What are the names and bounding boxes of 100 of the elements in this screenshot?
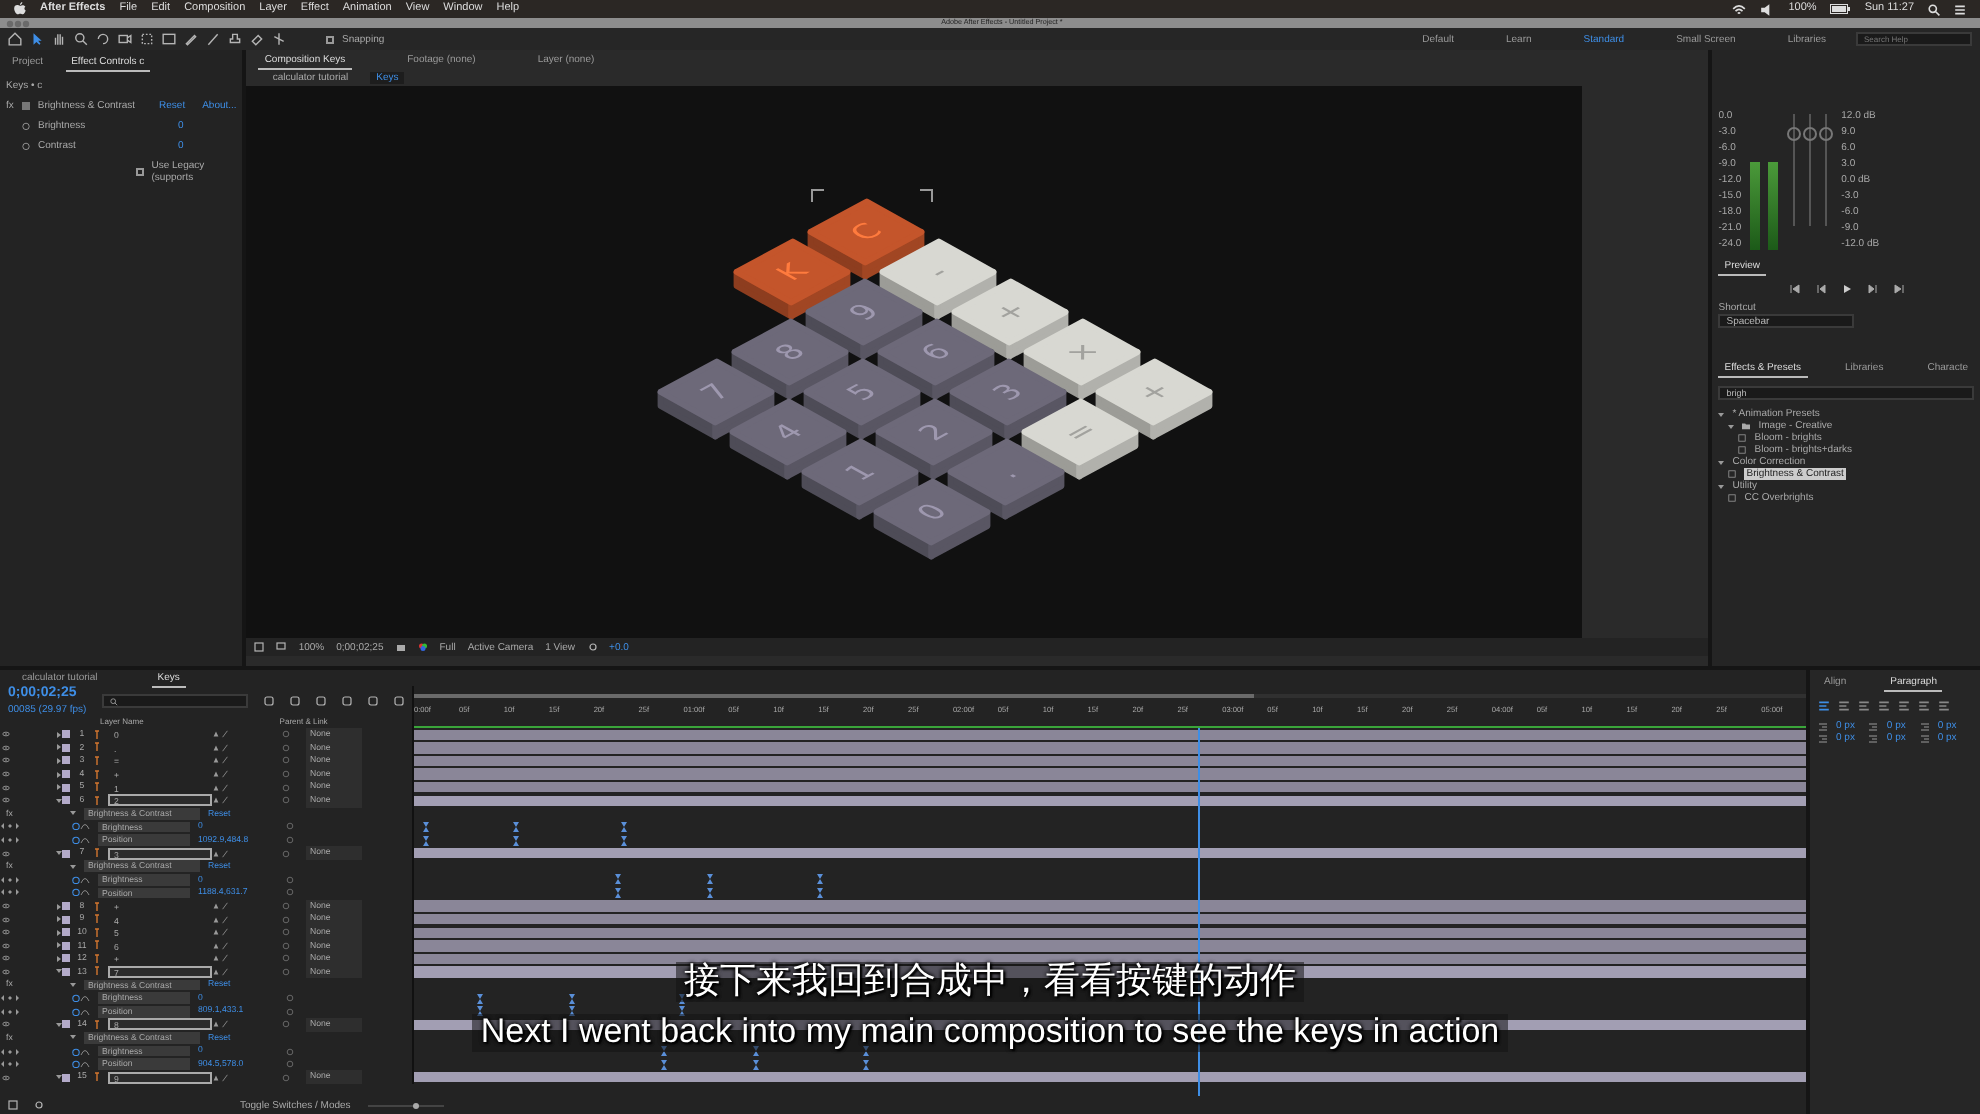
- label-color-swatch[interactable]: [62, 967, 70, 976]
- collapsed-caret-icon[interactable]: [56, 903, 62, 910]
- paragraph-align-icon[interactable]: [1918, 700, 1930, 712]
- label-color-swatch[interactable]: [62, 941, 70, 950]
- keyframe-navigator-icon[interactable]: [0, 836, 20, 845]
- layer-search-field[interactable]: [102, 694, 248, 708]
- eye-icon[interactable]: [0, 770, 12, 779]
- search-icon[interactable]: [1928, 3, 1940, 15]
- quality-switch-icon[interactable]: [220, 849, 230, 858]
- rectangle-icon[interactable]: [162, 32, 176, 46]
- wifi-icon[interactable]: [1732, 3, 1747, 15]
- collapsed-caret-icon[interactable]: [56, 955, 62, 962]
- label-color-swatch[interactable]: [62, 928, 70, 937]
- expanded-caret-icon[interactable]: [1718, 483, 1725, 489]
- zoom-icon[interactable]: [74, 32, 88, 46]
- eye-icon[interactable]: [0, 756, 12, 765]
- next-frame-icon[interactable]: [1867, 284, 1878, 294]
- color-channels-icon[interactable]: [417, 642, 428, 652]
- stamp-icon[interactable]: [228, 32, 242, 46]
- paragraph-align-icon[interactable]: [1858, 700, 1870, 712]
- keyframe-navigator-icon[interactable]: [0, 822, 20, 831]
- expanded-caret-icon[interactable]: [1728, 423, 1735, 429]
- label-color-swatch[interactable]: [62, 783, 70, 792]
- collapsed-caret-icon[interactable]: [56, 757, 62, 764]
- expanded-caret-icon[interactable]: [1718, 411, 1725, 417]
- collapsed-caret-icon[interactable]: [56, 929, 62, 936]
- paragraph-align-icon[interactable]: [1818, 700, 1830, 712]
- keyframe-navigator-icon[interactable]: [0, 1007, 20, 1016]
- eye-icon[interactable]: [0, 743, 12, 752]
- label-color-swatch[interactable]: [62, 849, 70, 858]
- collapsed-caret-icon[interactable]: [56, 744, 62, 751]
- first-frame-icon[interactable]: [1789, 284, 1800, 294]
- eye-icon[interactable]: [0, 928, 12, 937]
- eye-icon[interactable]: [0, 915, 12, 924]
- keyframe-navigator-icon[interactable]: [0, 875, 20, 884]
- label-color-swatch[interactable]: [62, 902, 70, 911]
- collapsed-caret-icon[interactable]: [56, 916, 62, 923]
- eye-icon[interactable]: [0, 783, 12, 792]
- eye-icon[interactable]: [0, 954, 12, 963]
- expanded-caret-icon[interactable]: [56, 968, 62, 975]
- playhead-line[interactable]: [1198, 728, 1201, 1096]
- monitor-icon[interactable]: [276, 642, 287, 652]
- stopwatch-icon[interactable]: [22, 142, 30, 150]
- snapshot-icon[interactable]: [395, 642, 406, 652]
- last-frame-icon[interactable]: [1893, 284, 1904, 294]
- expanded-caret-icon[interactable]: [56, 797, 62, 804]
- eye-icon[interactable]: [0, 1073, 12, 1082]
- rotate-icon[interactable]: [96, 32, 110, 46]
- menu-icon[interactable]: [1954, 3, 1966, 15]
- label-color-swatch[interactable]: [62, 770, 70, 779]
- eye-icon[interactable]: [0, 1020, 12, 1029]
- paragraph-align-icon[interactable]: [1838, 700, 1850, 712]
- eye-icon[interactable]: [0, 967, 12, 976]
- expanded-caret-icon[interactable]: [56, 850, 62, 857]
- keyframe-navigator-icon[interactable]: [0, 994, 20, 1003]
- paragraph-align-icon[interactable]: [1878, 700, 1890, 712]
- collapsed-caret-icon[interactable]: [56, 771, 62, 778]
- paragraph-align-icon[interactable]: [1938, 700, 1950, 712]
- label-color-swatch[interactable]: [62, 756, 70, 765]
- checkbox[interactable]: [136, 168, 144, 176]
- label-color-swatch[interactable]: [62, 1020, 70, 1029]
- settings-icon[interactable]: [34, 1100, 44, 1110]
- label-color-swatch[interactable]: [62, 796, 70, 805]
- expanded-caret-icon[interactable]: [1718, 459, 1725, 465]
- collapsed-caret-icon[interactable]: [56, 784, 62, 791]
- camera-icon[interactable]: [118, 32, 132, 46]
- expanded-caret-icon[interactable]: [56, 1021, 62, 1028]
- label-color-swatch[interactable]: [62, 1073, 70, 1082]
- quality-switch-icon[interactable]: [220, 1073, 230, 1082]
- expanded-caret-icon[interactable]: [70, 1034, 76, 1041]
- stopwatch-icon[interactable]: [22, 122, 30, 130]
- layer-duration-bar[interactable]: [414, 847, 1806, 859]
- eye-icon[interactable]: [0, 941, 12, 950]
- label-color-swatch[interactable]: [62, 743, 70, 752]
- expanded-caret-icon[interactable]: [56, 1074, 62, 1081]
- layer-duration-bar[interactable]: [414, 795, 1806, 806]
- layer-duration-bar[interactable]: [414, 1072, 1806, 1083]
- label-color-swatch[interactable]: [62, 730, 70, 739]
- eye-icon[interactable]: [0, 849, 12, 858]
- pointer-icon[interactable]: [30, 32, 44, 46]
- keyframe-navigator-icon[interactable]: [0, 888, 20, 897]
- eraser-icon[interactable]: [250, 32, 264, 46]
- eye-icon[interactable]: [0, 730, 12, 739]
- home-icon[interactable]: [8, 32, 22, 46]
- eye-icon[interactable]: [0, 796, 12, 805]
- collapsed-caret-icon[interactable]: [56, 942, 62, 949]
- paragraph-align-icon[interactable]: [1898, 700, 1910, 712]
- quality-switch-icon[interactable]: [220, 1020, 230, 1029]
- battery-icon[interactable]: [1830, 4, 1851, 14]
- eye-icon[interactable]: [0, 902, 12, 911]
- keyframe-navigator-icon[interactable]: [0, 1047, 20, 1056]
- expanded-caret-icon[interactable]: [70, 863, 76, 870]
- zoom-slider-icon[interactable]: [366, 1101, 447, 1109]
- label-color-swatch[interactable]: [62, 915, 70, 924]
- expanded-caret-icon[interactable]: [70, 982, 76, 989]
- expanded-caret-icon[interactable]: [70, 810, 76, 817]
- label-color-swatch[interactable]: [62, 954, 70, 963]
- play-icon[interactable]: [1841, 284, 1852, 294]
- keyframe-navigator-icon[interactable]: [0, 1060, 20, 1069]
- previous-frame-icon[interactable]: [1815, 284, 1826, 294]
